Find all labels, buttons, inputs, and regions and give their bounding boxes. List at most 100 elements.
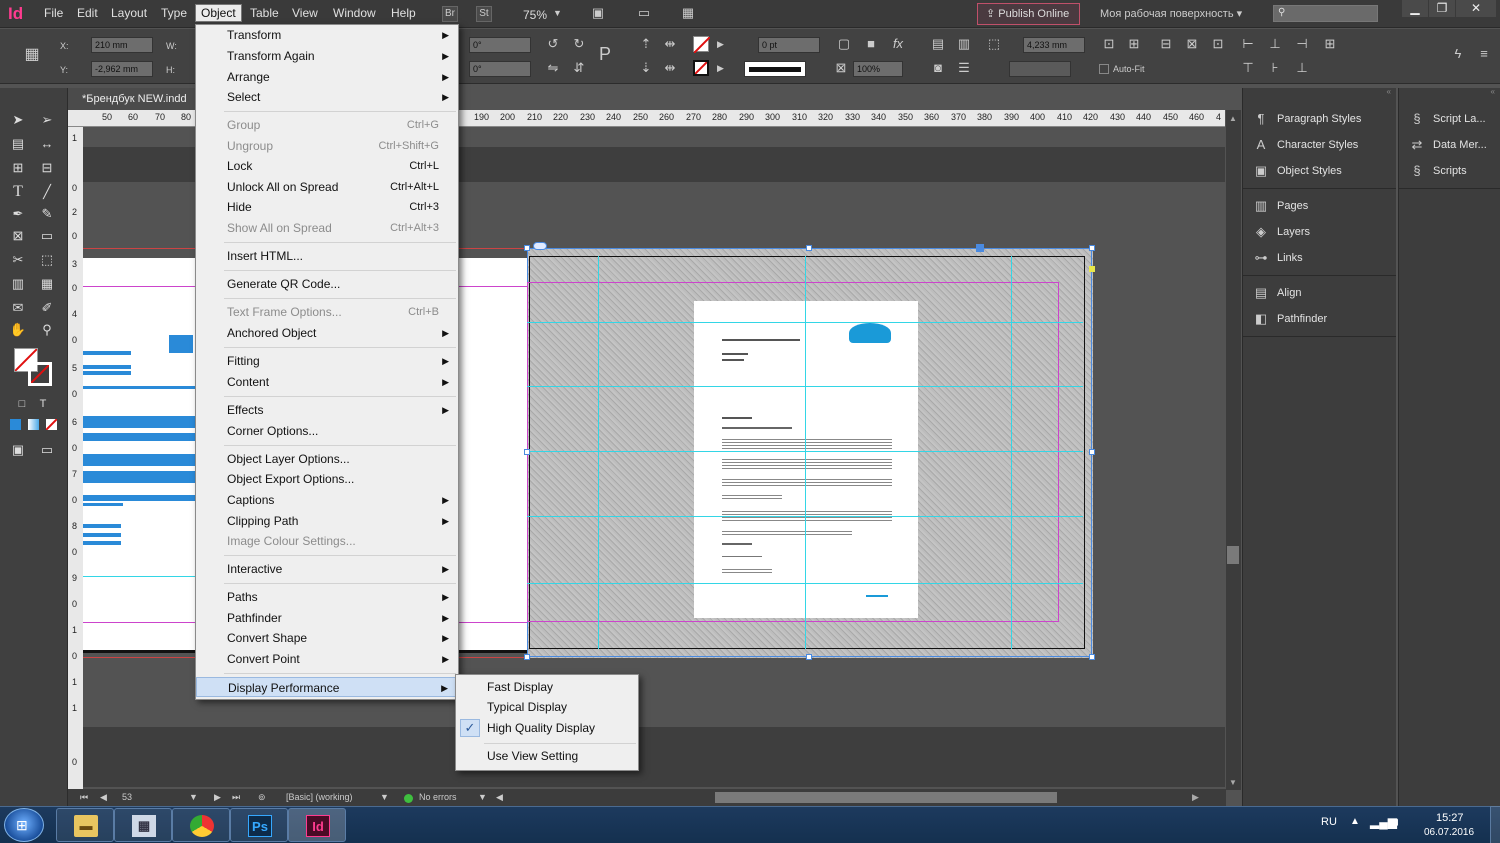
panel-paragraph-styles[interactable]: ¶ Paragraph Styles — [1243, 106, 1396, 132]
resize-handle[interactable] — [524, 449, 530, 455]
clock-time[interactable]: 15:27 — [1436, 812, 1464, 824]
scroll-thumb[interactable] — [1227, 546, 1239, 564]
vertical-scrollbar[interactable]: ▲ ▼ — [1226, 110, 1241, 790]
zoom-level[interactable]: 75% — [523, 8, 547, 22]
menu-item-clipping-path[interactable]: Clipping Path ▶ — [196, 511, 458, 531]
select-content-down-icon[interactable]: ⇣ — [638, 60, 654, 76]
tray-expand-icon[interactable]: ▲ — [1350, 816, 1360, 827]
first-page-icon[interactable]: ⏮ — [80, 792, 88, 803]
gradient-feather-tool-icon[interactable]: ▦ — [37, 274, 57, 294]
preflight-errors[interactable]: No errors — [419, 792, 457, 802]
clock-date[interactable]: 06.07.2016 — [1424, 827, 1474, 838]
view-options-icon[interactable]: ▣ — [590, 5, 606, 21]
menu-item-insert-html[interactable]: Insert HTML... — [196, 246, 458, 266]
stroke-swatch[interactable] — [693, 60, 709, 76]
menu-item-anchored-object[interactable]: Anchored Object ▶ — [196, 323, 458, 343]
panel-menu-icon[interactable]: ≡ — [1476, 46, 1492, 62]
rotate-cw-icon[interactable]: ↻ — [571, 36, 587, 52]
drop-shadow-icon[interactable]: ▢ — [836, 36, 852, 52]
menu-item-text-frame-options[interactable]: Text Frame Options... Ctrl+B — [196, 302, 458, 322]
chevron-down-icon[interactable]: ▼ — [553, 8, 562, 18]
menu-item-object-layer-options[interactable]: Object Layer Options... — [196, 449, 458, 469]
panel-character-styles[interactable]: A Character Styles — [1243, 132, 1396, 158]
menu-item-convert-point[interactable]: Convert Point ▶ — [196, 649, 458, 669]
lightning-icon[interactable]: ϟ — [1450, 46, 1466, 62]
scroll-left-icon[interactable]: ◀ — [496, 792, 503, 803]
menu-item-fitting[interactable]: Fitting ▶ — [196, 351, 458, 371]
flip-horizontal-icon[interactable]: ⇋ — [545, 60, 561, 76]
network-icon[interactable]: ▂▄▆ — [1370, 815, 1397, 829]
resize-handle[interactable] — [1089, 449, 1095, 455]
gradient-tool-icon[interactable]: ▥ — [8, 274, 28, 294]
resize-handle[interactable] — [524, 654, 530, 660]
rectangle-tool-icon[interactable]: ▭ — [37, 226, 57, 246]
scroll-thumb[interactable] — [715, 792, 1057, 803]
stroke-weight-field[interactable]: 0 pt — [758, 37, 820, 53]
formatting-text-icon[interactable]: T — [33, 394, 53, 414]
menu-edit[interactable]: Edit — [77, 6, 98, 20]
preview-mode-icon[interactable]: ▭ — [37, 440, 57, 460]
fit-content-icon[interactable]: ⊞ — [1126, 36, 1142, 52]
chevron-down-icon[interactable]: ▼ — [189, 792, 198, 802]
menu-item-group[interactable]: Group Ctrl+G — [196, 115, 458, 135]
menu-item-convert-shape[interactable]: Convert Shape ▶ — [196, 628, 458, 648]
fill-swatch[interactable] — [693, 36, 710, 53]
note-tool-icon[interactable]: ✉ — [8, 298, 28, 318]
select-previous-icon[interactable]: ⇹ — [662, 36, 678, 52]
select-next-icon[interactable]: ⇹ — [662, 60, 678, 76]
restore-button[interactable]: ❐ — [1429, 0, 1455, 17]
menu-item-lock[interactable]: Lock Ctrl+L — [196, 156, 458, 176]
fitting-offset-field[interactable]: 4,233 mm — [1023, 37, 1085, 53]
taskbar-chrome[interactable] — [172, 808, 230, 842]
resize-handle[interactable] — [806, 245, 812, 251]
live-corner-handle[interactable] — [1089, 266, 1095, 272]
select-container-icon[interactable]: ⇡ — [638, 36, 654, 52]
menu-item-unlock-all[interactable]: Unlock All on Spread Ctrl+Alt+L — [196, 177, 458, 197]
opacity-field[interactable]: 100% — [853, 61, 903, 77]
menu-item-content[interactable]: Content ▶ — [196, 372, 458, 392]
panel-scripts[interactable]: § Scripts — [1399, 158, 1500, 184]
left-page[interactable] — [83, 258, 195, 650]
flip-vertical-icon[interactable]: ⇵ — [571, 60, 587, 76]
x-field[interactable]: 210 mm — [91, 37, 153, 53]
stroke-type-select[interactable] — [744, 61, 806, 77]
menu-item-paths[interactable]: Paths ▶ — [196, 587, 458, 607]
y-field[interactable]: -2,962 mm — [91, 61, 153, 77]
menu-object[interactable]: Object — [195, 4, 242, 22]
document-tab[interactable]: *Брендбук NEW.indd — [68, 88, 198, 110]
menu-item-ungroup[interactable]: Ungroup Ctrl+Shift+G — [196, 136, 458, 156]
menu-file[interactable]: File — [44, 6, 63, 20]
fit-proportionally-icon[interactable]: ⊠ — [1184, 36, 1200, 52]
content-fitting-select[interactable] — [1009, 61, 1071, 77]
menu-item-corner-options[interactable]: Corner Options... — [196, 421, 458, 441]
fill-proportionally-icon[interactable]: ⊡ — [1210, 36, 1226, 52]
select-content-icon[interactable]: P — [597, 45, 613, 63]
scroll-down-icon[interactable]: ▼ — [1229, 778, 1237, 787]
hand-tool-icon[interactable]: ✋ — [8, 320, 28, 340]
align-bottom-icon[interactable]: ⊥ — [1294, 60, 1310, 76]
panel-layers[interactable]: ◈ Layers — [1243, 219, 1396, 245]
arrange-documents-icon[interactable]: ▦ — [680, 5, 696, 21]
menu-table[interactable]: Table — [250, 6, 279, 20]
gap-tool-icon[interactable]: ↔ — [37, 134, 57, 154]
content-grabber[interactable] — [976, 244, 984, 252]
panel-pages[interactable]: ▥ Pages — [1243, 193, 1396, 219]
menu-type[interactable]: Type — [161, 6, 187, 20]
stock-button[interactable]: St — [476, 6, 492, 22]
menu-item-interactive[interactable]: Interactive ▶ — [196, 559, 458, 579]
apply-gradient-icon[interactable] — [28, 419, 39, 430]
taskbar-calculator[interactable]: ▦ — [114, 808, 172, 842]
chevron-down-icon[interactable]: ▼ — [478, 792, 487, 802]
language-indicator[interactable]: RU — [1321, 816, 1337, 828]
rotate-field[interactable]: 0° — [469, 37, 531, 53]
eyedropper-tool-icon[interactable]: ✐ — [37, 298, 57, 318]
panel-links[interactable]: ⊶ Links — [1243, 245, 1396, 271]
menu-item-object-export-options[interactable]: Object Export Options... — [196, 469, 458, 489]
placed-image-frame[interactable] — [524, 242, 1095, 660]
menu-item-transform-again[interactable]: Transform Again ▶ — [196, 46, 458, 66]
start-button[interactable]: ⊞ — [4, 808, 44, 842]
prev-page-icon[interactable]: ◀ — [100, 792, 107, 803]
reference-point-icon[interactable]: ▦ — [24, 47, 40, 63]
menu-item-display-performance[interactable]: Display Performance ▶ — [196, 677, 458, 697]
menu-window[interactable]: Window — [333, 6, 376, 20]
